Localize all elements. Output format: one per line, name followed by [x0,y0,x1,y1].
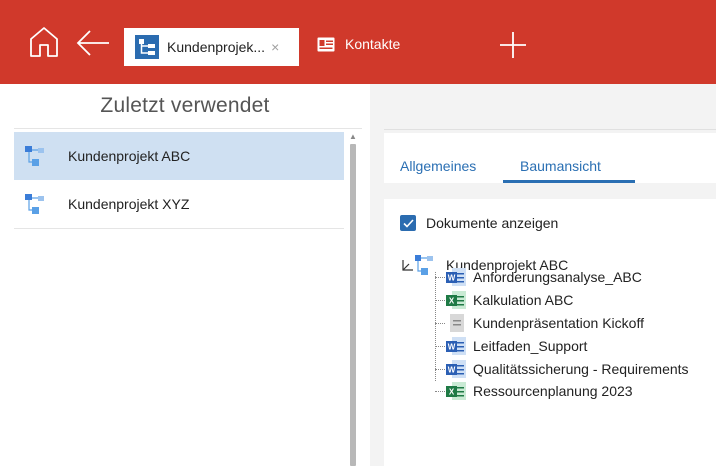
title-bar: Kundenprojek... × Kontakte [0,0,716,84]
recent-item-label: Kundenprojekt XYZ [68,196,190,212]
tree-item-document[interactable]: W Qualitätssicherung - Requirements [435,358,689,380]
tree-view-card: Dokumente anzeigen Kundenprojekt ABC W A… [384,199,716,466]
scrollbar-thumb[interactable] [350,144,356,466]
detail-tabs: Allgemeines Baumansicht [384,133,716,183]
recent-panel: Zuletzt verwendet Kundenprojekt ABC Kund… [0,84,362,466]
collapse-toggle-icon[interactable] [400,258,414,272]
tree-item-document[interactable]: X Kalkulation ABC [435,289,573,311]
tab-baumansicht[interactable]: Baumansicht [520,158,601,174]
svg-text:W: W [448,343,456,352]
svg-text:X: X [449,388,455,397]
tree-item-label: Kalkulation ABC [473,292,574,308]
recent-item-kundenprojekt-xyz[interactable]: Kundenprojekt XYZ [14,180,344,228]
svg-text:W: W [448,274,456,283]
excel-document-icon: X [446,382,466,400]
tab-allgemeines[interactable]: Allgemeines [400,158,476,174]
close-tab-icon[interactable]: × [271,39,279,55]
show-documents-option[interactable]: Dokumente anzeigen [400,215,558,231]
tree-item-label: Anforderungsanalyse_ABC [473,269,642,285]
contact-card-icon [317,37,335,51]
svg-text:W: W [448,366,456,375]
recent-item-kundenprojekt-abc[interactable]: Kundenprojekt ABC [14,132,344,180]
tree-item-document[interactable]: W Anforderungsanalyse_ABC [435,266,642,288]
tree-item-document[interactable]: W Leitfaden_Support [435,335,587,357]
scroll-up-icon[interactable]: ▲ [349,132,357,142]
tab-kontakte[interactable]: Kontakte [317,36,400,52]
tree-item-label: Leitfaden_Support [473,338,588,354]
show-documents-checkbox[interactable] [400,215,416,231]
project-tree-icon [25,194,44,214]
project-tree-icon [135,35,159,59]
tree-item-label: Qualitätssicherung - Requirements [473,361,689,377]
recent-panel-title: Zuletzt verwendet [100,94,270,117]
excel-document-icon: X [446,291,466,309]
detail-panel: Allgemeines Baumansicht Dokumente anzeig… [370,84,716,466]
tab-kundenprojekt[interactable]: Kundenprojek... × [124,28,299,66]
divider [14,228,344,229]
divider [384,129,716,130]
tree-item-label: Kundenpräsentation Kickoff [473,315,644,331]
tree-item-document[interactable]: X Ressourcenplanung 2023 [435,380,633,402]
project-tree-icon [415,255,433,275]
back-arrow-icon[interactable] [76,29,110,57]
word-document-icon: W [446,268,466,286]
tree-item-document[interactable]: Kundenpräsentation Kickoff [435,312,644,334]
word-document-icon: W [446,337,466,355]
project-tree-icon [25,146,44,166]
scrollbar[interactable]: ▲ [349,132,357,466]
tree-item-label: Ressourcenplanung 2023 [473,383,633,399]
home-icon[interactable] [28,25,60,59]
word-document-icon: W [446,360,466,378]
tab-label: Kontakte [345,36,401,52]
tab-label: Kundenprojek... [167,39,266,55]
generic-document-icon [450,314,464,332]
show-documents-label: Dokumente anzeigen [426,215,559,231]
recent-item-label: Kundenprojekt ABC [68,148,191,164]
svg-text:X: X [449,297,455,306]
active-tab-indicator [503,180,635,183]
checkmark-icon [402,218,414,228]
divider [14,128,362,129]
add-tab-icon[interactable] [499,31,527,59]
